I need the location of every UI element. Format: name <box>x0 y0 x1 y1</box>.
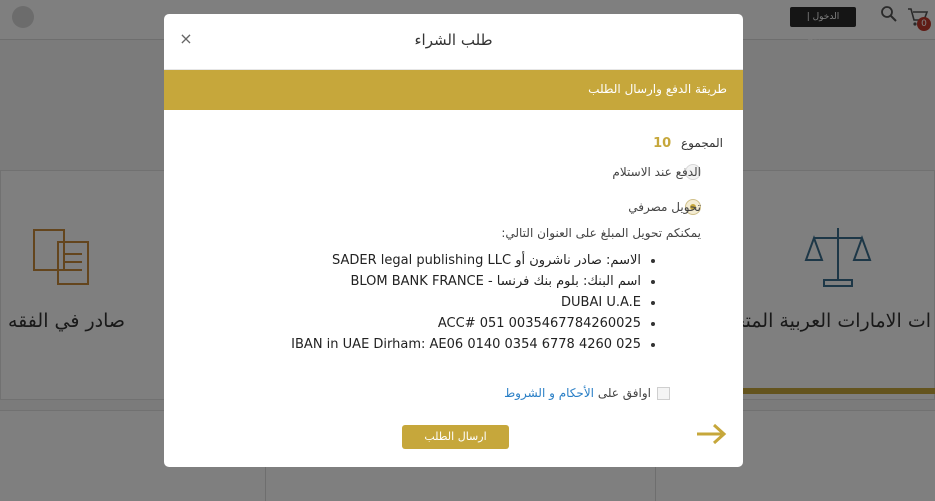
list-item: ACC# 051 0035467784260025 <box>291 313 655 334</box>
payment-section-title: طريقة الدفع وارسال الطلب <box>588 82 727 96</box>
submit-order-button[interactable]: ارسال الطلب <box>402 425 509 449</box>
bank-iban: IBAN in UAE Dirham: AE06 0140 0354 6778 … <box>291 337 641 352</box>
purchase-modal: × طلب الشراء طريقة الدفع وارسال الطلب ال… <box>164 14 743 467</box>
bullet-icon <box>651 300 655 305</box>
bank-details-list: الاسم: صادر ناشرون أو SADER legal publis… <box>291 250 655 355</box>
payment-section-header: طريقة الدفع وارسال الطلب <box>164 70 743 110</box>
bank-transfer-note: يمكنكم تحويل المبلغ على العنوان التالي: <box>501 226 701 240</box>
terms-label: اوافق على الأحكام و الشروط <box>504 386 651 400</box>
bank-location: DUBAI U.A.E <box>561 295 641 310</box>
bank-account-name: الاسم: صادر ناشرون أو SADER legal publis… <box>331 253 641 268</box>
terms-checkbox[interactable] <box>657 387 670 400</box>
bank-account-number: ACC# 051 0035467784260025 <box>437 316 641 331</box>
arrow-right-icon[interactable] <box>695 422 727 446</box>
bullet-icon <box>651 321 655 326</box>
order-total: المجموع 10 <box>653 136 723 151</box>
list-item: اسم البنك: بلوم بنك فرنسا - BLOM BANK FR… <box>291 271 655 292</box>
terms-prefix: اوافق على <box>594 386 651 400</box>
terms-link[interactable]: الأحكام و الشروط <box>504 386 594 400</box>
bullet-icon <box>651 258 655 263</box>
list-item: الاسم: صادر ناشرون أو SADER legal publis… <box>291 250 655 271</box>
modal-title: طلب الشراء <box>414 31 493 49</box>
cash-on-delivery-label[interactable]: الدفع عند الاستلام <box>612 165 701 179</box>
bank-name: اسم البنك: بلوم بنك فرنسا - BLOM BANK FR… <box>350 274 641 289</box>
total-label: المجموع <box>681 136 723 150</box>
list-item: DUBAI U.A.E <box>291 292 655 313</box>
total-value: 10 <box>653 136 672 151</box>
bullet-icon <box>651 279 655 284</box>
bank-transfer-label[interactable]: تحويل مصرفي <box>628 200 701 214</box>
modal-header: × طلب الشراء <box>164 14 743 70</box>
list-item: IBAN in UAE Dirham: AE06 0140 0354 6778 … <box>291 334 655 355</box>
bullet-icon <box>651 342 655 347</box>
